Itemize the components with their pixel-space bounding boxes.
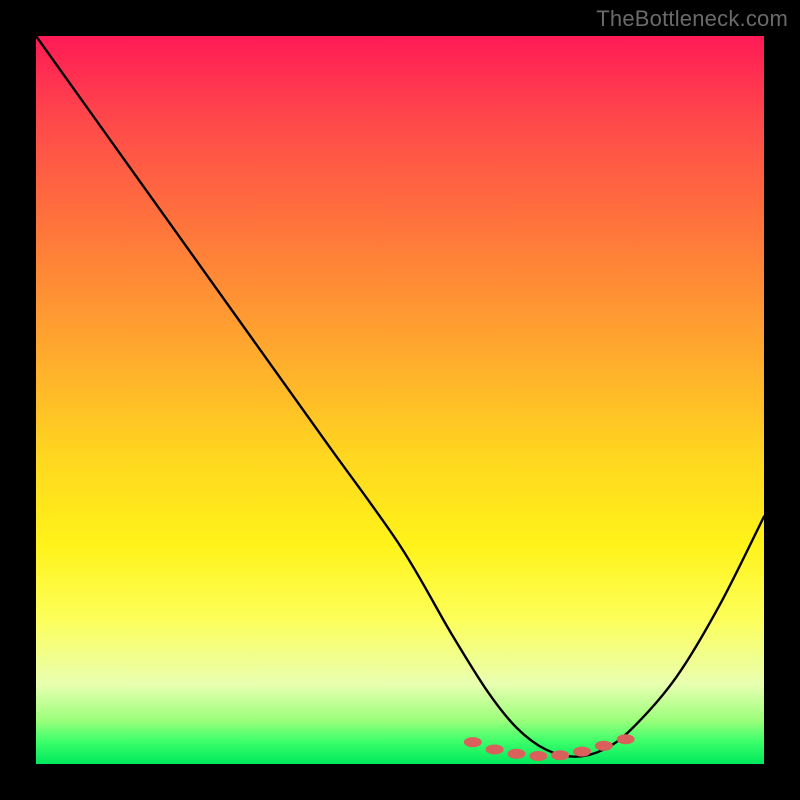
highlight-dot bbox=[595, 741, 613, 751]
curve-svg bbox=[36, 36, 764, 764]
highlight-dot bbox=[507, 749, 525, 759]
highlight-dot bbox=[617, 734, 635, 744]
attribution-watermark: TheBottleneck.com bbox=[596, 6, 788, 32]
highlight-dot bbox=[464, 737, 482, 747]
chart-stage: TheBottleneck.com bbox=[0, 0, 800, 800]
highlight-dots bbox=[464, 734, 635, 761]
plot-area bbox=[36, 36, 764, 764]
highlight-dot bbox=[551, 750, 569, 760]
highlight-dot bbox=[529, 751, 547, 761]
highlight-dot bbox=[486, 744, 504, 754]
bottleneck-curve bbox=[36, 36, 764, 757]
highlight-dot bbox=[573, 747, 591, 757]
